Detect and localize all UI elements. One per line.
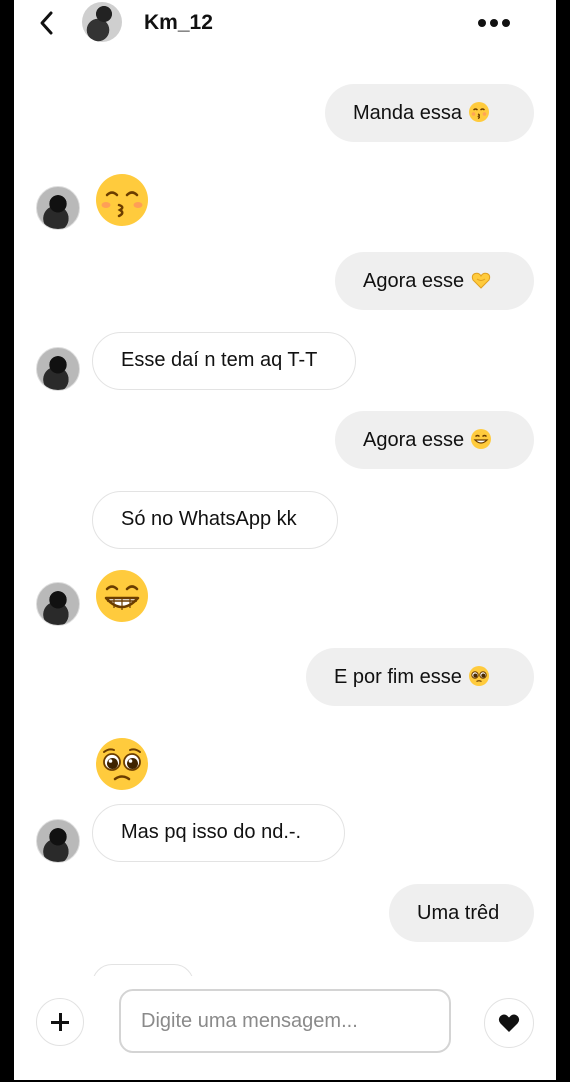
sender-avatar[interactable] xyxy=(36,582,80,626)
message-incoming[interactable]: Mas pq isso do nd.-. xyxy=(92,804,345,862)
message-incoming[interactable]: Só no WhatsApp kk xyxy=(92,491,338,549)
kissing-face-smiling-eyes-icon xyxy=(468,102,489,122)
like-button[interactable] xyxy=(484,998,534,1048)
contact-username[interactable]: Km_12 xyxy=(144,11,213,35)
message-outgoing[interactable]: Agora esse xyxy=(335,252,534,310)
chat-screen: Km_12 Manda essa Agora esse Esse daí n t… xyxy=(14,0,556,1080)
message-text: Mas pq isso do nd.-. xyxy=(121,821,302,843)
contact-avatar[interactable] xyxy=(82,2,122,42)
sender-avatar[interactable] xyxy=(36,186,80,230)
message-text: Manda essa xyxy=(353,102,462,124)
message-text: Só no WhatsApp kk xyxy=(121,508,297,530)
grinning-face-icon xyxy=(96,570,148,622)
message-text: Uma trêd xyxy=(417,902,500,924)
pleading-face-icon xyxy=(468,666,489,686)
sender-avatar[interactable] xyxy=(36,819,80,863)
message-text: Agora esse xyxy=(363,429,465,451)
message-list[interactable]: Manda essa Agora esse Esse daí n tem aq … xyxy=(14,46,556,1004)
sender-avatar[interactable] xyxy=(36,347,80,391)
chevron-left-icon xyxy=(40,11,53,35)
message-text: E por fim esse xyxy=(334,666,462,688)
grinning-face-icon xyxy=(471,429,492,449)
message-outgoing[interactable]: E por fim esse xyxy=(306,648,534,706)
message-incoming[interactable]: Esse daí n tem aq T-T xyxy=(92,332,356,390)
heart-hands-icon xyxy=(472,272,491,289)
chat-header: Km_12 xyxy=(14,0,556,46)
kissing-face-smiling-eyes-icon xyxy=(96,174,148,226)
more-options-button[interactable] xyxy=(474,12,514,34)
message-outgoing[interactable]: Manda essa xyxy=(325,84,534,142)
message-text: Agora esse xyxy=(363,270,465,292)
message-outgoing[interactable]: Agora esse xyxy=(335,411,534,469)
pleading-face-icon xyxy=(96,738,148,790)
more-dots-icon xyxy=(478,19,486,27)
message-outgoing[interactable]: Uma trêd xyxy=(389,884,534,942)
message-composer xyxy=(14,976,556,1080)
back-button[interactable] xyxy=(36,9,58,37)
add-attachment-button[interactable] xyxy=(36,998,84,1046)
message-text: Esse daí n tem aq T-T xyxy=(121,349,318,371)
heart-icon xyxy=(498,1013,519,1032)
message-input[interactable] xyxy=(119,989,451,1053)
